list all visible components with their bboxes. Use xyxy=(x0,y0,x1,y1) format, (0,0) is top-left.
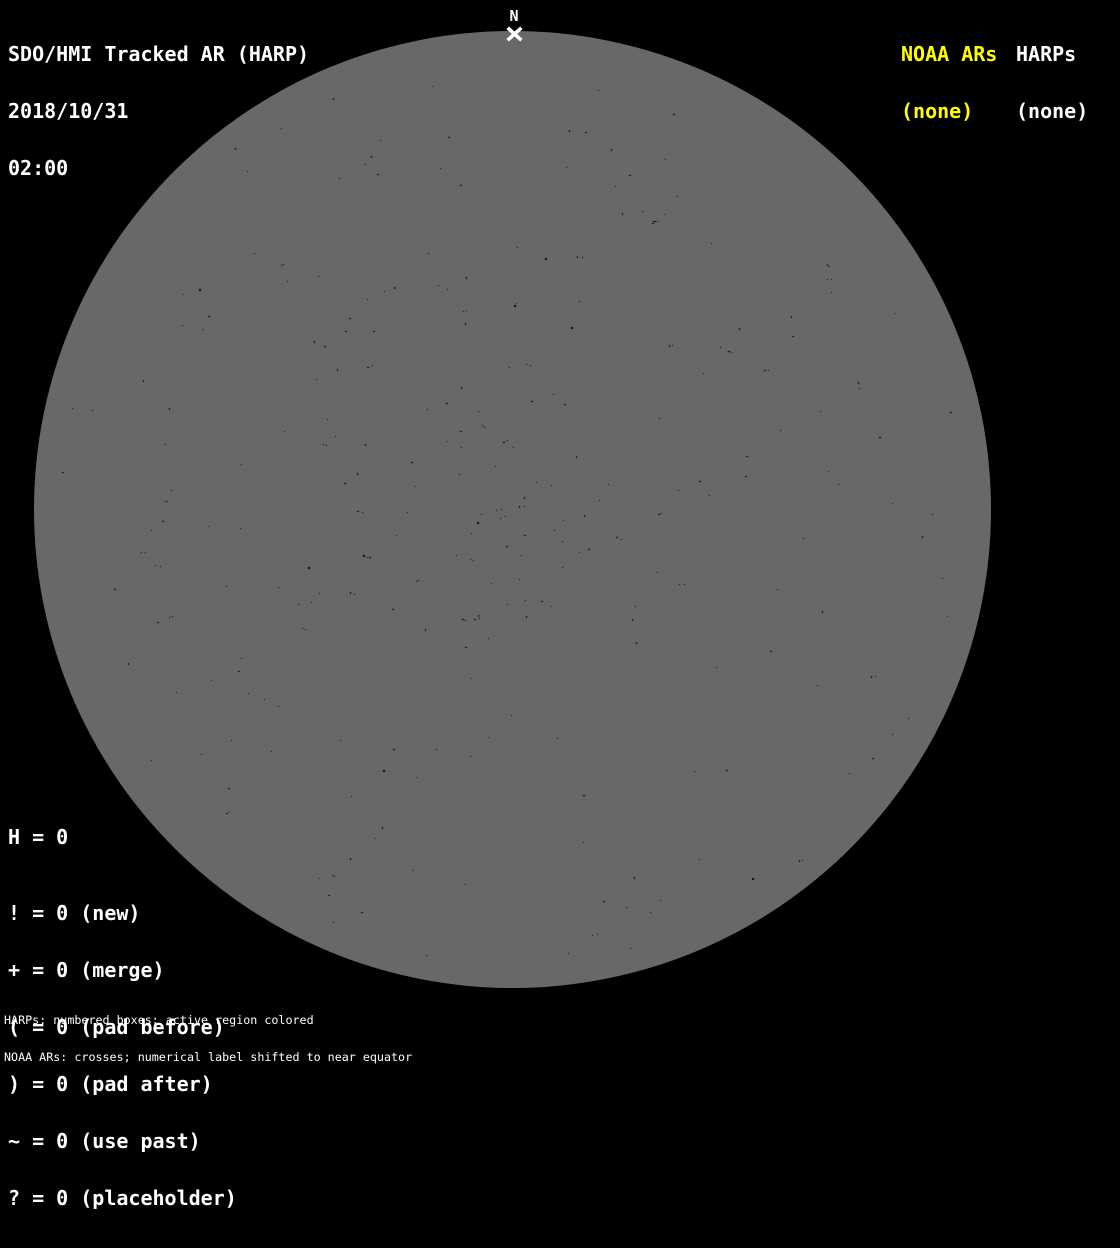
harps-counter: HARPs (none) xyxy=(1016,7,1088,159)
harps-label: HARPs xyxy=(1016,42,1077,66)
noaa-ars-value: (none) xyxy=(901,99,974,123)
legend-item-use-past: ~ = 0 (use past) xyxy=(8,1129,201,1153)
legend-item-new: ! = 0 (new) xyxy=(8,901,141,925)
page-title: SDO/HMI Tracked AR (HARP) xyxy=(8,42,310,66)
date-label: 2018/10/31 xyxy=(8,99,129,123)
time-label: 02:00 xyxy=(8,156,69,180)
legend-item-merge: + = 0 (merge) xyxy=(8,958,165,982)
harp-count-label: H = 0 xyxy=(8,825,69,849)
noaa-ars-counter: NOAA ARs (none) xyxy=(901,7,997,159)
footer-note-noaa: NOAA ARs: crosses; numerical label shift… xyxy=(4,1050,413,1065)
footer-notes: HARPs: numbered boxes; active region col… xyxy=(4,990,412,1088)
north-cross-icon xyxy=(506,26,523,42)
harps-value: (none) xyxy=(1016,99,1089,123)
harp-tracker-view: SDO/HMI Tracked AR (HARP) 2018/10/31 02:… xyxy=(0,0,1120,1208)
footer-note-harps: HARPs: numbered boxes; active region col… xyxy=(4,1013,314,1028)
north-label: N xyxy=(509,7,519,25)
legend-item-placeholder: ? = 0 (placeholder) xyxy=(8,1186,237,1210)
noaa-ars-label: NOAA ARs xyxy=(901,42,998,66)
header: SDO/HMI Tracked AR (HARP) 2018/10/31 02:… xyxy=(8,7,309,216)
